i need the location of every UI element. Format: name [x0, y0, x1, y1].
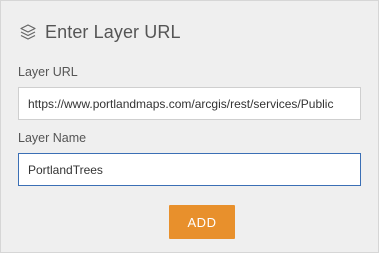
layer-url-input[interactable] — [18, 87, 361, 120]
layers-icon — [19, 23, 37, 41]
add-button[interactable]: ADD — [169, 205, 235, 239]
layer-name-input[interactable] — [18, 153, 361, 186]
layer-url-label: Layer URL — [18, 65, 78, 79]
panel-title: Enter Layer URL — [45, 21, 181, 42]
layer-name-label: Layer Name — [18, 131, 87, 145]
panel-header: Enter Layer URL — [19, 19, 181, 45]
add-layer-panel: Enter Layer URL Layer URL Layer Name ADD — [0, 0, 379, 253]
